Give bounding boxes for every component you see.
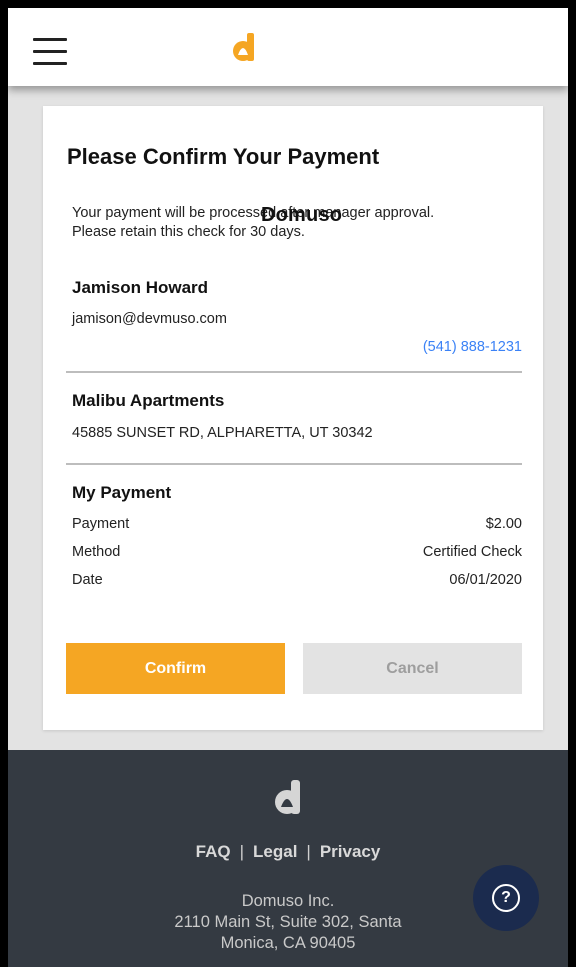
question-icon: ? <box>492 884 520 912</box>
top-header: Domuso <box>8 8 568 226</box>
confirm-payment-card: Please Confirm Your Payment Your payment… <box>43 106 543 730</box>
menu-icon[interactable] <box>33 38 67 65</box>
brand[interactable]: Domuso <box>232 32 342 226</box>
resident-phone-link[interactable]: (541) 888-1231 <box>423 339 522 355</box>
link-separator: | <box>239 842 245 861</box>
date-label: Date <box>72 572 103 588</box>
method-value: Certified Check <box>422 544 522 560</box>
method-row: Method Certified Check <box>72 544 522 560</box>
divider <box>66 463 522 465</box>
help-button[interactable]: ? <box>473 865 539 931</box>
footer-links: FAQ | Legal | Privacy <box>8 842 568 862</box>
resident-email: jamison@devmuso.com <box>72 311 227 327</box>
footer: FAQ | Legal | Privacy Domuso Inc. 2110 Main … <box>8 750 568 967</box>
domuso-logo-icon <box>275 780 300 814</box>
payment-section-title: My Payment <box>72 483 172 502</box>
property-name: Malibu Apartments <box>72 391 225 410</box>
privacy-link[interactable]: Privacy <box>320 842 381 861</box>
link-separator: | <box>306 842 311 861</box>
divider <box>66 371 522 373</box>
payment-value: $2.00 <box>485 516 522 532</box>
method-label: Method <box>72 544 121 560</box>
date-value: 06/01/2020 <box>449 572 522 588</box>
resident-name: Jamison Howard <box>72 278 209 297</box>
app-frame: Domuso Please Confirm Your Payment Your … <box>8 8 568 967</box>
date-row: Date 06/01/2020 <box>72 572 522 588</box>
brand-name: Domuso <box>261 204 343 226</box>
property-address: 45885 SUNSET RD, ALPHARETTA, UT 30342 <box>72 425 373 441</box>
page-title: Please Confirm Your Payment <box>67 144 380 169</box>
domuso-logo-icon <box>233 33 254 61</box>
legal-link[interactable]: Legal <box>253 842 297 861</box>
payment-row: Payment $2.00 <box>72 516 522 532</box>
payment-label: Payment <box>72 516 130 532</box>
cancel-button[interactable]: Cancel <box>303 643 522 694</box>
address-line: Monica, CA 90405 <box>220 934 356 952</box>
confirm-button[interactable]: Confirm <box>66 643 285 694</box>
faq-link[interactable]: FAQ <box>196 842 231 861</box>
